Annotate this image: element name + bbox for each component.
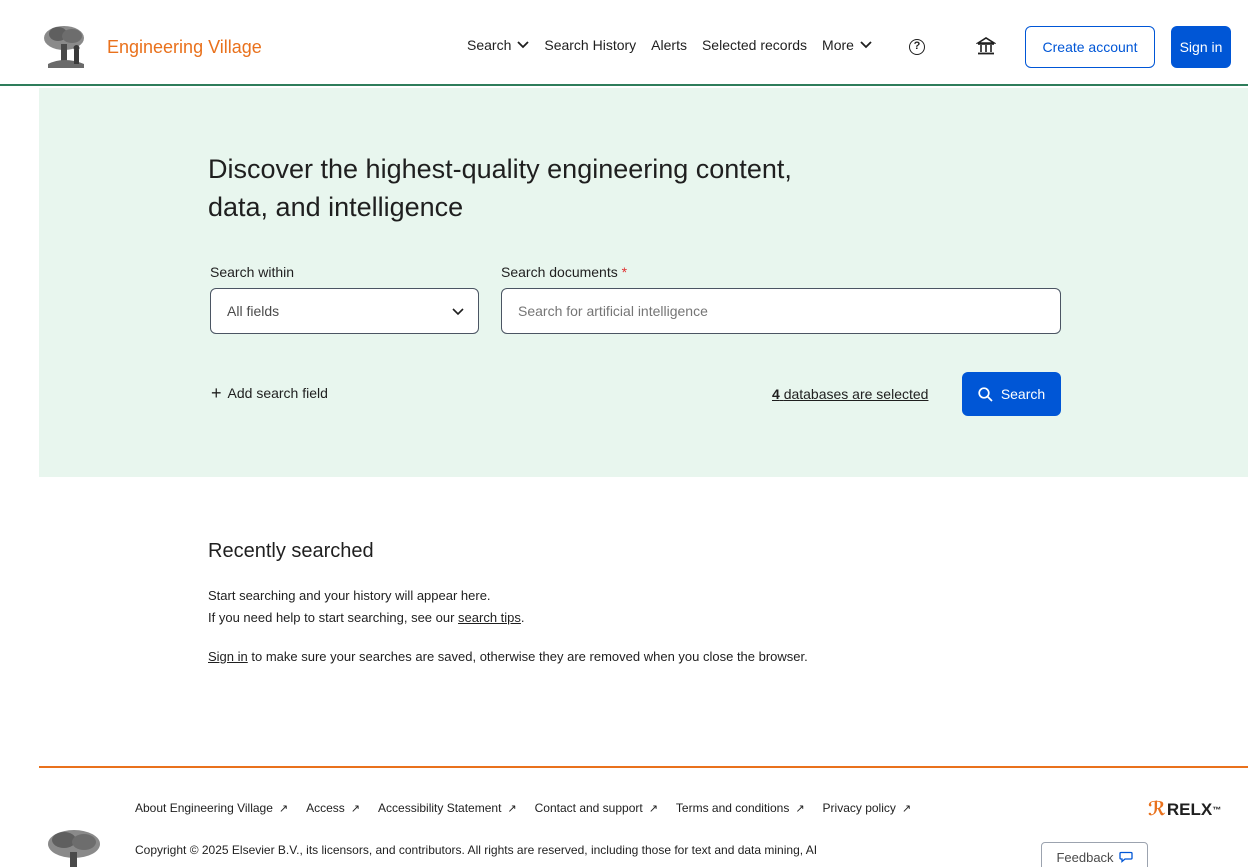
nav-more-label: More: [822, 37, 854, 53]
help-icon[interactable]: ?: [909, 39, 925, 55]
footer-link-label: Privacy policy: [822, 801, 896, 815]
footer-link-contact[interactable]: Contact and support ↗: [535, 801, 658, 815]
search-documents-input[interactable]: [501, 288, 1061, 334]
nav-selected-records[interactable]: Selected records: [702, 37, 807, 53]
create-account-button[interactable]: Create account: [1025, 26, 1155, 68]
hero-title: Discover the highest-quality engineering…: [208, 154, 792, 222]
relx-logo[interactable]: ℛ RELX ™: [1148, 798, 1221, 821]
institution-icon[interactable]: [976, 36, 996, 56]
add-search-field-label: Add search field: [227, 385, 328, 401]
nav-selected-records-label: Selected records: [701, 37, 808, 53]
footer-divider: [39, 766, 1248, 768]
brand-name[interactable]: Engineering Village: [107, 37, 262, 58]
search-icon: [978, 386, 993, 402]
databases-count: 4: [772, 386, 780, 402]
plus-icon: +: [211, 383, 222, 403]
search-documents-label: Search documents: [501, 264, 618, 280]
external-link-icon: ↗: [507, 802, 517, 815]
footer-link-label: About Engineering Village: [135, 801, 273, 815]
top-header: Engineering Village Search Search Histor…: [0, 0, 1248, 86]
sign-in-button[interactable]: Sign in: [1171, 26, 1231, 68]
search-within-select[interactable]: All fields: [210, 288, 479, 334]
recent-empty-text: Start searching and your history will ap…: [208, 588, 491, 603]
search-within-value: All fields: [227, 303, 280, 319]
chevron-down-icon: [860, 41, 872, 49]
recent-signin-text: Sign in to make sure your searches are s…: [208, 649, 808, 664]
databases-selected-link[interactable]: 4 databases are selected: [772, 386, 928, 402]
external-link-icon: ↗: [648, 802, 658, 815]
feedback-label: Feedback: [1056, 849, 1114, 865]
chevron-down-icon: [452, 308, 464, 316]
sign-in-link[interactable]: Sign in: [208, 649, 248, 664]
nav-more[interactable]: More: [822, 37, 872, 53]
nav-search-label: Search: [467, 37, 512, 53]
footer-link-label: Contact and support: [534, 801, 643, 815]
footer-link-label: Terms and conditions: [675, 801, 790, 815]
elsevier-tree-logo-icon: [48, 830, 100, 867]
recent-help-suffix: .: [520, 610, 525, 625]
chat-bubble-icon: [1118, 851, 1133, 863]
footer-link-accessibility[interactable]: Accessibility Statement ↗: [378, 801, 517, 815]
external-link-icon: ↗: [795, 802, 805, 815]
recent-signin-suffix: to make sure your searches are saved, ot…: [247, 649, 808, 664]
footer-links: About Engineering Village ↗ Access ↗ Acces…: [135, 801, 929, 815]
relx-label: RELX: [1166, 799, 1213, 819]
external-link-icon: ↗: [901, 802, 912, 815]
footer-link-about[interactable]: About Engineering Village ↗: [135, 801, 288, 815]
search-within-label: Search within: [210, 264, 295, 280]
elsevier-tree-logo-icon[interactable]: [40, 24, 92, 70]
search-documents-label-wrap: Search documents *: [501, 264, 627, 280]
nav-alerts[interactable]: Alerts: [651, 37, 687, 53]
external-link-icon: ↗: [350, 802, 361, 815]
chevron-down-icon: [517, 41, 529, 49]
required-asterisk: *: [621, 264, 628, 280]
search-hero: [39, 88, 1248, 477]
search-tips-link[interactable]: search tips: [458, 610, 521, 625]
feedback-button[interactable]: Feedback: [1041, 842, 1148, 867]
nav-alerts-label: Alerts: [651, 37, 687, 53]
nav-search-history-label: Search History: [544, 37, 637, 53]
search-button[interactable]: Search: [962, 372, 1061, 416]
databases-text: databases are selected: [783, 386, 929, 402]
search-button-label: Search: [1000, 386, 1046, 402]
external-link-icon: ↗: [278, 802, 289, 815]
nav-search-history[interactable]: Search History: [544, 37, 636, 53]
footer-link-privacy[interactable]: Privacy policy ↗: [823, 801, 912, 815]
recent-help-text: If you need help to start searching, see…: [208, 610, 525, 625]
copyright-text: Copyright © 2025 Elsevier B.V., its lice…: [135, 843, 818, 857]
recently-searched-title: Recently searched: [208, 540, 374, 562]
nav-search[interactable]: Search: [467, 37, 529, 53]
add-search-field-button[interactable]: + Add search field: [211, 383, 328, 403]
relx-trademark: ™: [1212, 804, 1222, 815]
footer-link-label: Access: [306, 801, 345, 815]
footer-link-access[interactable]: Access ↗: [306, 801, 360, 815]
recent-help-prefix: If you need help to start searching, see…: [208, 610, 459, 625]
main-nav: Search Search History Alerts Selected re…: [467, 37, 887, 53]
footer-link-terms[interactable]: Terms and conditions ↗: [676, 801, 805, 815]
relx-mark-icon: ℛ: [1148, 799, 1166, 820]
footer-link-label: Accessibility Statement: [378, 801, 502, 815]
